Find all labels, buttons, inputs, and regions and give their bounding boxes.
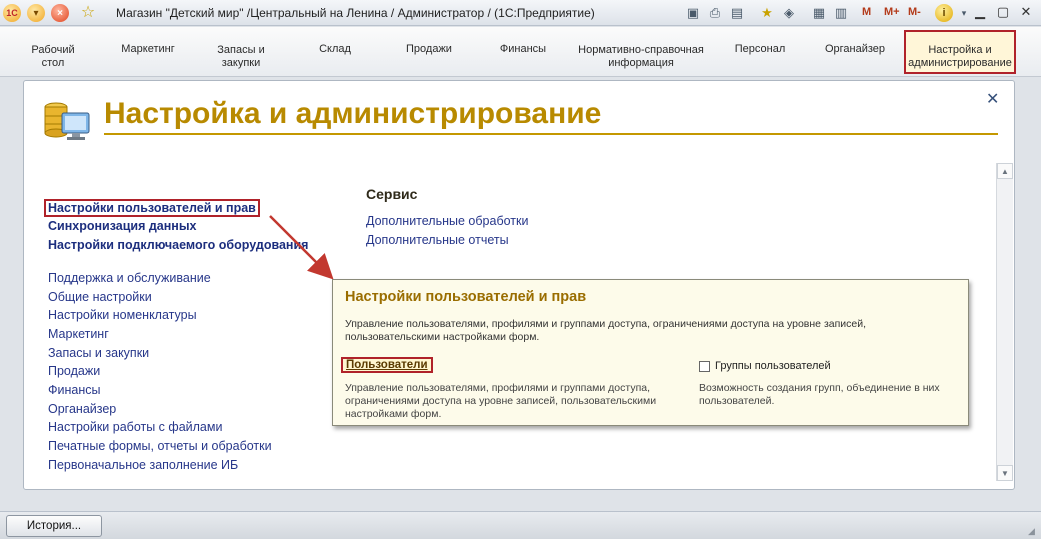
user-groups-label[interactable]: Группы пользователей <box>715 360 831 372</box>
users-link[interactable]: Пользователи <box>341 357 433 373</box>
close-panel-icon[interactable]: ✕ <box>986 89 999 109</box>
nav-nomenclature-settings[interactable]: Настройки номенклатуры <box>48 308 197 322</box>
scroll-down-icon[interactable]: ▼ <box>997 465 1013 481</box>
resize-grip-icon[interactable]: ◢ <box>1028 526 1038 536</box>
popup-description: Управление пользователями, профилями и г… <box>345 318 867 343</box>
sections-panel: Рабочий стол Маркетинг Запасы и закупки … <box>0 27 1041 77</box>
section-warehouse[interactable]: Склад <box>304 43 366 56</box>
nav-organizer[interactable]: Органайзер <box>48 402 116 416</box>
page-title: Настройка и администрирование <box>104 97 602 130</box>
nav-finance[interactable]: Финансы <box>48 383 100 397</box>
user-rights-popup: Настройки пользователей и прав Управлени… <box>332 279 969 426</box>
service-heading: Сервис <box>366 186 418 202</box>
memory-m-minus-button[interactable]: M- <box>908 6 921 18</box>
nav-data-sync[interactable]: Синхронизация данных <box>48 219 196 233</box>
database-monitor-icon <box>44 102 90 140</box>
service-extra-processing[interactable]: Дополнительные обработки <box>366 214 528 228</box>
popup-title: Настройки пользователей и прав <box>345 289 587 305</box>
nav-print-forms[interactable]: Печатные формы, отчеты и обработки <box>48 439 272 453</box>
section-organizer[interactable]: Органайзер <box>814 43 896 56</box>
nav-user-rights-settings[interactable]: Настройки пользователей и прав <box>44 199 260 217</box>
nav-initial-fill[interactable]: Первоначальное заполнение ИБ <box>48 458 238 472</box>
section-personnel[interactable]: Персонал <box>724 43 796 56</box>
vertical-scrollbar[interactable]: ▲ ▼ <box>996 163 1013 481</box>
save-icon[interactable]: ▣ <box>684 4 702 22</box>
nav-sales[interactable]: Продажи <box>48 364 100 378</box>
nav-equipment-settings[interactable]: Настройки подключаемого оборудования <box>48 238 308 252</box>
title-underline <box>104 133 998 135</box>
user-groups-checkbox[interactable] <box>699 361 710 372</box>
section-marketing[interactable]: Маркетинг <box>112 43 184 56</box>
service-extra-reports[interactable]: Дополнительные отчеты <box>366 233 509 247</box>
status-bar: История... ◢ <box>0 511 1041 539</box>
nav-general-settings[interactable]: Общие настройки <box>48 290 152 304</box>
section-stock-purchases[interactable]: Запасы и закупки <box>204 44 278 70</box>
window-title-bar: 1C ▾ × ☆ Магазин "Детский мир" /Централь… <box>0 0 1041 26</box>
history-icon[interactable]: ◈ <box>780 4 798 22</box>
users-description: Управление пользователями, профилями и г… <box>345 382 657 420</box>
close-circle-icon[interactable]: × <box>51 4 69 22</box>
memory-m-button[interactable]: M <box>862 6 871 18</box>
print-icon[interactable]: ⎙ <box>706 4 724 22</box>
add-favorite-star-icon[interactable]: ★ <box>758 4 776 22</box>
info-icon[interactable]: i <box>935 4 953 22</box>
app-logo-icon[interactable]: 1C <box>3 4 21 22</box>
calculator-icon[interactable]: ▦ <box>810 4 828 22</box>
section-admin[interactable]: Настройка и администрирование <box>904 30 1016 74</box>
section-sales[interactable]: Продажи <box>394 43 464 56</box>
favorites-star-icon[interactable]: ☆ <box>79 3 97 21</box>
scroll-up-icon[interactable]: ▲ <box>997 163 1013 179</box>
nav-stock-purchases[interactable]: Запасы и закупки <box>48 346 149 360</box>
history-button[interactable]: История... <box>6 515 102 537</box>
section-finance[interactable]: Финансы <box>488 43 558 56</box>
section-reference-info[interactable]: Нормативно-справочная информация <box>574 44 708 70</box>
close-window-icon[interactable]: ✕ <box>1016 3 1036 21</box>
user-groups-description: Возможность создания групп, объединение … <box>699 382 940 407</box>
section-desktop[interactable]: Рабочий стол <box>22 44 84 70</box>
calendar-icon[interactable]: ▥ <box>832 4 850 22</box>
window-title: Магазин "Детский мир" /Центральный на Ле… <box>116 6 595 20</box>
minimize-icon[interactable]: ▁ <box>970 3 990 21</box>
preview-icon[interactable]: ▤ <box>728 4 746 22</box>
memory-m-plus-button[interactable]: M+ <box>884 6 900 18</box>
maximize-icon[interactable]: ▢ <box>993 3 1013 21</box>
nav-marketing[interactable]: Маркетинг <box>48 327 109 341</box>
nav-file-settings[interactable]: Настройки работы с файлами <box>48 420 222 434</box>
nav-support[interactable]: Поддержка и обслуживание <box>48 271 211 285</box>
main-menu-chevron-down-icon[interactable]: ▾ <box>27 4 45 22</box>
